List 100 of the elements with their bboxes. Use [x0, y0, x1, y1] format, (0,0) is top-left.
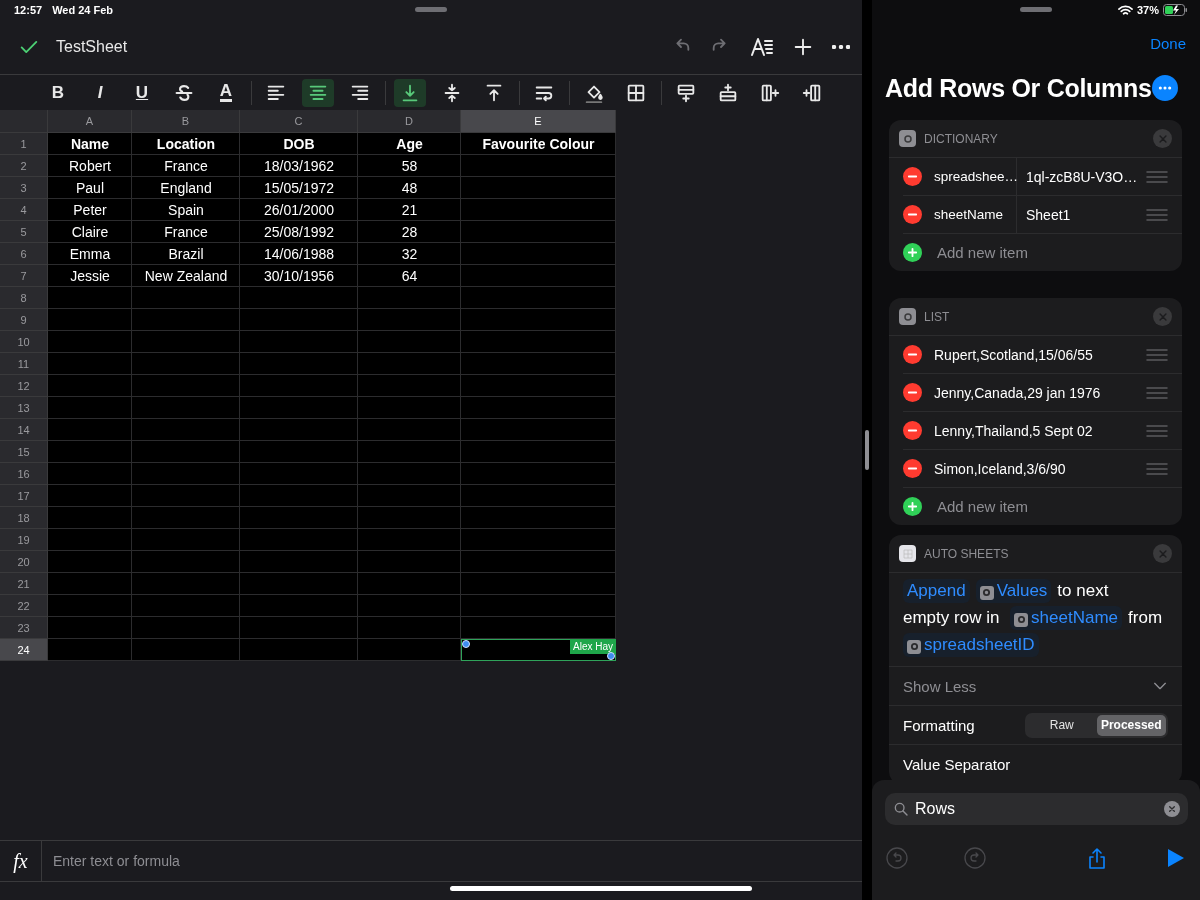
clear-search-button[interactable] — [1164, 801, 1180, 817]
row-header[interactable]: 16 — [0, 463, 48, 485]
dictionary-key[interactable]: spreadshee… — [934, 169, 1019, 184]
align-bottom-button[interactable] — [394, 78, 426, 107]
row-header[interactable]: 9 — [0, 309, 48, 331]
dictionary-value[interactable]: 1ql-zcB8U-V3O… — [1017, 168, 1146, 185]
table-cell-text: Spain — [167, 201, 205, 220]
row-header[interactable]: 12 — [0, 375, 48, 397]
remove-item-button[interactable] — [903, 421, 922, 440]
table-cell-text: Emma — [68, 245, 112, 264]
wifi-icon — [1117, 4, 1133, 16]
row-header[interactable]: 8 — [0, 287, 48, 309]
battery-icon — [1163, 4, 1188, 16]
table-cell-text: France — [163, 157, 209, 176]
segment-option[interactable]: Processed — [1096, 714, 1166, 736]
add-item-label[interactable]: Add new item — [934, 498, 1028, 515]
italic-button[interactable]: I — [84, 78, 116, 107]
more-button[interactable] — [832, 45, 850, 49]
row-header[interactable]: 10 — [0, 331, 48, 353]
row-header[interactable]: 18 — [0, 507, 48, 529]
selected-cell[interactable]: Alex Hay — [461, 639, 616, 661]
selection-handle[interactable] — [607, 652, 615, 660]
done-button[interactable]: Done — [1150, 34, 1186, 52]
row-header[interactable]: 5 — [0, 221, 48, 243]
underline-button[interactable]: U — [126, 78, 158, 107]
row-header[interactable]: 24 — [0, 639, 48, 661]
row-header[interactable]: 4 — [0, 199, 48, 221]
plus-icon — [792, 36, 814, 58]
close-icon — [1168, 805, 1176, 813]
drag-handle-icon — [1146, 169, 1168, 184]
bold-button[interactable]: B — [42, 78, 74, 107]
row-header[interactable]: 11 — [0, 353, 48, 375]
row-header[interactable]: 19 — [0, 529, 48, 551]
remove-item-button[interactable] — [903, 205, 922, 224]
column-header[interactable]: D — [358, 110, 461, 133]
list-item[interactable]: Lenny,Thailand,5 Sept 02 — [934, 422, 1146, 439]
table-cell-text: Age — [395, 135, 424, 154]
run-button[interactable] — [1167, 848, 1185, 868]
remove-item-button[interactable] — [903, 345, 922, 364]
column-header[interactable]: E — [461, 110, 616, 133]
dictionary-key[interactable]: sheetName — [934, 207, 1004, 222]
add-item-button[interactable] — [903, 243, 922, 262]
remove-item-button[interactable] — [903, 459, 922, 478]
table-cell-text: Paul — [75, 179, 105, 198]
action-parameter[interactable]: Append — [903, 579, 970, 603]
row-header[interactable]: 2 — [0, 155, 48, 177]
segment-option[interactable]: Raw — [1027, 714, 1097, 736]
row-header[interactable]: 7 — [0, 265, 48, 287]
row-header[interactable]: 14 — [0, 419, 48, 441]
gear-icon — [907, 639, 921, 654]
variable-token[interactable]: sheetName — [1010, 606, 1123, 630]
column-header[interactable]: B — [132, 110, 240, 133]
row-header[interactable]: 22 — [0, 595, 48, 617]
table-cell-text: DOB — [282, 135, 316, 154]
battery-percentage: 37% — [1136, 4, 1159, 16]
row-header[interactable]: 23 — [0, 617, 48, 639]
table-cell-text: 48 — [400, 179, 419, 198]
list-item[interactable]: Simon,Iceland,3/6/90 — [934, 460, 1146, 477]
text-format-icon — [750, 35, 774, 59]
row-header[interactable]: 17 — [0, 485, 48, 507]
list-item[interactable]: Rupert,Scotland,15/06/55 — [934, 346, 1146, 363]
selection-handle[interactable] — [462, 640, 470, 648]
remove-item-button[interactable] — [903, 167, 922, 186]
split-view-handle[interactable] — [865, 430, 869, 470]
close-icon — [1157, 133, 1168, 144]
column-header[interactable]: C — [240, 110, 358, 133]
show-less-toggle[interactable]: Show Less — [903, 677, 977, 695]
redo-icon — [963, 846, 987, 870]
row-header[interactable]: 13 — [0, 397, 48, 419]
column-header[interactable]: A — [48, 110, 132, 133]
list-item[interactable]: Jenny,Canada,29 jan 1976 — [934, 384, 1146, 401]
drag-handle-icon — [1146, 423, 1168, 438]
add-button[interactable] — [792, 36, 814, 58]
status-time: 12:57 — [14, 4, 43, 16]
parameter-label: Value Separator — [903, 755, 1011, 773]
remove-item-button[interactable] — [903, 383, 922, 402]
row-header[interactable]: 15 — [0, 441, 48, 463]
grid-icon — [899, 545, 916, 562]
text-color-button[interactable]: A — [210, 78, 242, 107]
variable-token[interactable]: Values — [975, 579, 1052, 603]
search-field[interactable]: Rows — [885, 793, 1188, 825]
row-header[interactable]: 1 — [0, 133, 48, 155]
more-button[interactable] — [1151, 75, 1178, 101]
variable-token[interactable]: spreadsheetID — [903, 633, 1039, 657]
table-cell-text: Robert — [68, 157, 112, 176]
multitasking-handle[interactable] — [415, 7, 447, 12]
formula-input[interactable]: Enter text or formula — [42, 841, 862, 881]
row-header[interactable]: 3 — [0, 177, 48, 199]
add-item-button[interactable] — [903, 497, 922, 516]
row-header[interactable]: 20 — [0, 551, 48, 573]
search-input[interactable]: Rows — [915, 800, 1158, 818]
table-cell-text: New Zealand — [143, 267, 229, 286]
row-header[interactable]: 21 — [0, 573, 48, 595]
text-format-button[interactable] — [750, 35, 774, 59]
multitasking-handle[interactable] — [1020, 7, 1052, 12]
table-cell-text: 32 — [400, 245, 419, 264]
align-center-button[interactable] — [302, 78, 334, 107]
dictionary-value[interactable]: Sheet1 — [1017, 206, 1146, 223]
add-item-label[interactable]: Add new item — [934, 244, 1028, 261]
row-header[interactable]: 6 — [0, 243, 48, 265]
